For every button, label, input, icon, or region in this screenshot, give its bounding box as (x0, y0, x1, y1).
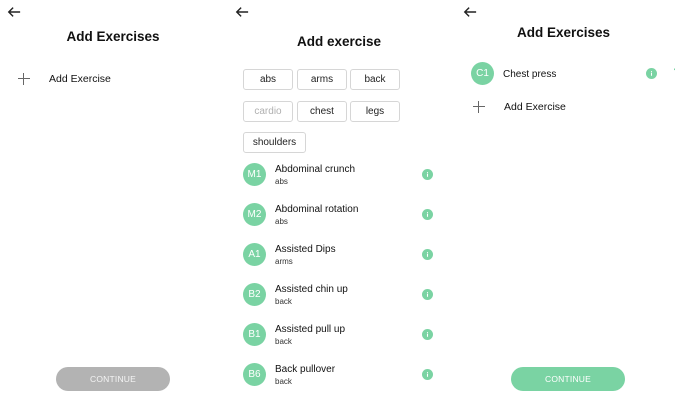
plus-icon (472, 100, 486, 114)
avatar: M1 (243, 163, 266, 186)
back-button[interactable] (4, 2, 24, 22)
chip-arms[interactable]: arms (297, 69, 347, 90)
arrow-left-icon (7, 7, 21, 17)
page-title: Add Exercises (516, 25, 611, 40)
screen-add-exercises-empty: Add Exercises Add Exercise CONTINUE (0, 0, 226, 404)
exercise-name: Assisted Dips (275, 244, 336, 255)
selected-exercise-item[interactable]: C1 Chest press (471, 62, 675, 86)
info-icon[interactable] (422, 209, 433, 220)
exercise-category: back (275, 297, 292, 306)
chip-cardio[interactable]: cardio (243, 101, 293, 122)
avatar: B2 (243, 283, 266, 306)
exercise-name: Abdominal crunch (275, 164, 356, 175)
info-icon[interactable] (422, 289, 433, 300)
avatar: A1 (243, 243, 266, 266)
back-button[interactable] (232, 2, 252, 22)
chip-back[interactable]: back (350, 69, 400, 90)
info-icon[interactable] (422, 369, 433, 380)
avatar: B6 (243, 363, 266, 386)
list-item[interactable]: B6 Back pullover back (243, 359, 443, 391)
exercise-category: arms (275, 257, 293, 266)
list-item[interactable]: M1 Abdominal crunch abs (243, 159, 443, 191)
info-icon[interactable] (422, 169, 433, 180)
list-item[interactable]: M2 Abdominal rotation abs (243, 199, 443, 231)
exercise-name: Assisted pull up (275, 324, 346, 335)
info-icon[interactable] (422, 249, 433, 260)
chip-chest[interactable]: chest (297, 101, 347, 122)
arrow-left-icon (235, 7, 249, 17)
info-icon[interactable] (422, 329, 433, 340)
exercise-category: abs (275, 177, 288, 186)
page-title: Add exercise (296, 34, 382, 49)
add-exercise-label: Add Exercise (504, 101, 566, 113)
exercise-name: Assisted chin up (275, 284, 348, 295)
back-button[interactable] (460, 2, 480, 22)
info-icon[interactable] (646, 68, 657, 79)
chip-legs[interactable]: legs (350, 101, 400, 122)
exercise-name: Chest press (503, 69, 557, 80)
add-exercise-label: Add Exercise (49, 73, 111, 85)
continue-button[interactable]: CONTINUE (56, 367, 170, 391)
avatar: C1 (471, 62, 494, 85)
plus-icon (17, 72, 31, 86)
avatar: B1 (243, 323, 266, 346)
arrow-left-icon (463, 7, 477, 17)
page-title: Add Exercises (66, 29, 160, 44)
avatar: M2 (243, 203, 266, 226)
exercise-category: back (275, 337, 292, 346)
exercise-name: Abdominal rotation (275, 204, 359, 215)
screen-add-exercises-selected: Add Exercises C1 Chest press Add Exercis… (452, 0, 675, 404)
list-item[interactable]: B1 Assisted pull up back (243, 319, 443, 351)
chip-abs[interactable]: abs (243, 69, 293, 90)
exercise-name: Back pullover (275, 364, 336, 375)
chip-shoulders[interactable]: shoulders (243, 132, 306, 153)
exercise-category: back (275, 377, 292, 386)
exercise-category: abs (275, 217, 288, 226)
list-item[interactable]: A1 Assisted Dips arms (243, 239, 443, 271)
add-exercise-button[interactable]: Add Exercise (472, 100, 566, 114)
continue-button[interactable]: CONTINUE (511, 367, 625, 391)
add-exercise-button[interactable]: Add Exercise (17, 72, 111, 86)
screen-exercise-picker: Add exercise abs arms back cardio chest … (226, 0, 452, 404)
list-item[interactable]: B2 Assisted chin up back (243, 279, 443, 311)
